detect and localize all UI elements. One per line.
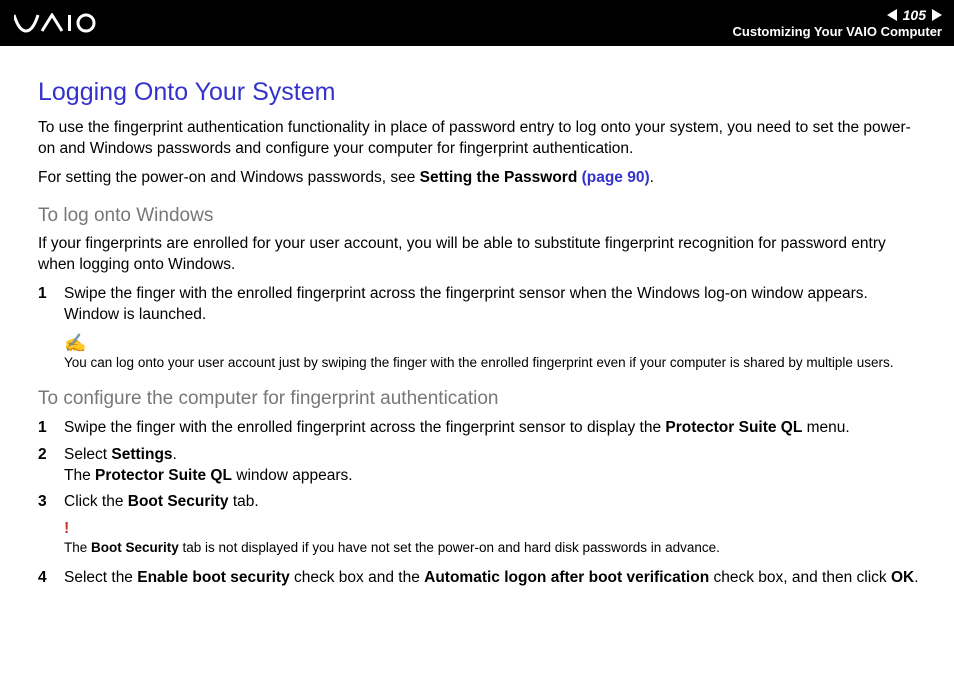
next-page-icon[interactable] <box>932 9 942 21</box>
ui-ref: Protector Suite QL <box>665 419 802 436</box>
text: Select <box>64 446 111 463</box>
step-item: 2 Select Settings. The Protector Suite Q… <box>38 445 924 487</box>
page-ref-link[interactable]: (page 90) <box>582 169 650 186</box>
step-text: Select the Enable boot security check bo… <box>64 568 924 589</box>
ref-title: Setting the Password <box>420 169 582 186</box>
text: check box, and then click <box>709 569 891 586</box>
text: . <box>914 569 918 586</box>
windows-steps: 1 Swipe the finger with the enrolled fin… <box>38 284 924 326</box>
vaio-logo <box>14 13 114 33</box>
intro-paragraph-1: To use the fingerprint authentication fu… <box>38 118 924 160</box>
note-icon: ✍ <box>64 334 924 352</box>
text: check box and the <box>290 569 424 586</box>
step-number: 2 <box>38 445 64 487</box>
ui-ref: Automatic logon after boot verification <box>424 569 709 586</box>
text: . <box>173 446 177 463</box>
page-content: Logging Onto Your System To use the fing… <box>0 46 954 615</box>
text: For setting the power-on and Windows pas… <box>38 169 420 186</box>
page-number: 105 <box>903 7 926 24</box>
text: window appears. <box>232 467 353 484</box>
ui-ref: Boot Security <box>128 493 229 510</box>
step-item: 1 Swipe the finger with the enrolled fin… <box>38 418 924 439</box>
subheading-log-onto-windows: To log onto Windows <box>38 203 924 229</box>
text: tab is not displayed if you have not set… <box>179 540 720 555</box>
windows-intro: If your fingerprints are enrolled for yo… <box>38 234 924 276</box>
step-text: Select Settings. The Protector Suite QL … <box>64 445 924 487</box>
ui-ref: OK <box>891 569 914 586</box>
text: Swipe the finger with the enrolled finge… <box>64 419 665 436</box>
text: Click the <box>64 493 128 510</box>
warning-text: The Boot Security tab is not displayed i… <box>64 539 924 557</box>
step-text: Click the Boot Security tab. <box>64 492 924 513</box>
step-text: Swipe the finger with the enrolled finge… <box>64 284 924 326</box>
text: The <box>64 540 91 555</box>
prev-page-icon[interactable] <box>887 9 897 21</box>
step-item: 3 Click the Boot Security tab. <box>38 492 924 513</box>
step-number: 1 <box>38 418 64 439</box>
step-text: Swipe the finger with the enrolled finge… <box>64 418 924 439</box>
warning-icon: ! <box>64 521 924 537</box>
step-item: 4 Select the Enable boot security check … <box>38 568 924 589</box>
text: The <box>64 467 95 484</box>
step-number: 3 <box>38 492 64 513</box>
step-number: 4 <box>38 568 64 589</box>
ui-ref: Boot Security <box>91 540 179 555</box>
configure-steps-continued: 4 Select the Enable boot security check … <box>38 568 924 589</box>
page-navigation: 105 <box>733 7 942 24</box>
header-right: 105 Customizing Your VAIO Computer <box>733 7 942 39</box>
note-block: ✍ You can log onto your user account jus… <box>64 334 924 372</box>
ui-ref: Settings <box>111 446 172 463</box>
subheading-configure-fingerprint: To configure the computer for fingerprin… <box>38 386 924 412</box>
header-bar: 105 Customizing Your VAIO Computer <box>0 0 954 46</box>
warning-block: ! The Boot Security tab is not displayed… <box>64 521 924 557</box>
text: tab. <box>229 493 259 510</box>
intro-paragraph-2: For setting the power-on and Windows pas… <box>38 168 924 189</box>
text: . <box>650 169 654 186</box>
ui-ref: Enable boot security <box>137 569 289 586</box>
section-title: Customizing Your VAIO Computer <box>733 24 942 40</box>
step-item: 1 Swipe the finger with the enrolled fin… <box>38 284 924 326</box>
ui-ref: Protector Suite QL <box>95 467 232 484</box>
text: menu. <box>802 419 849 436</box>
vaio-logo-svg <box>14 13 114 33</box>
configure-steps: 1 Swipe the finger with the enrolled fin… <box>38 418 924 514</box>
note-text: You can log onto your user account just … <box>64 354 924 372</box>
text: Select the <box>64 569 137 586</box>
page-title: Logging Onto Your System <box>38 76 924 110</box>
step-number: 1 <box>38 284 64 326</box>
